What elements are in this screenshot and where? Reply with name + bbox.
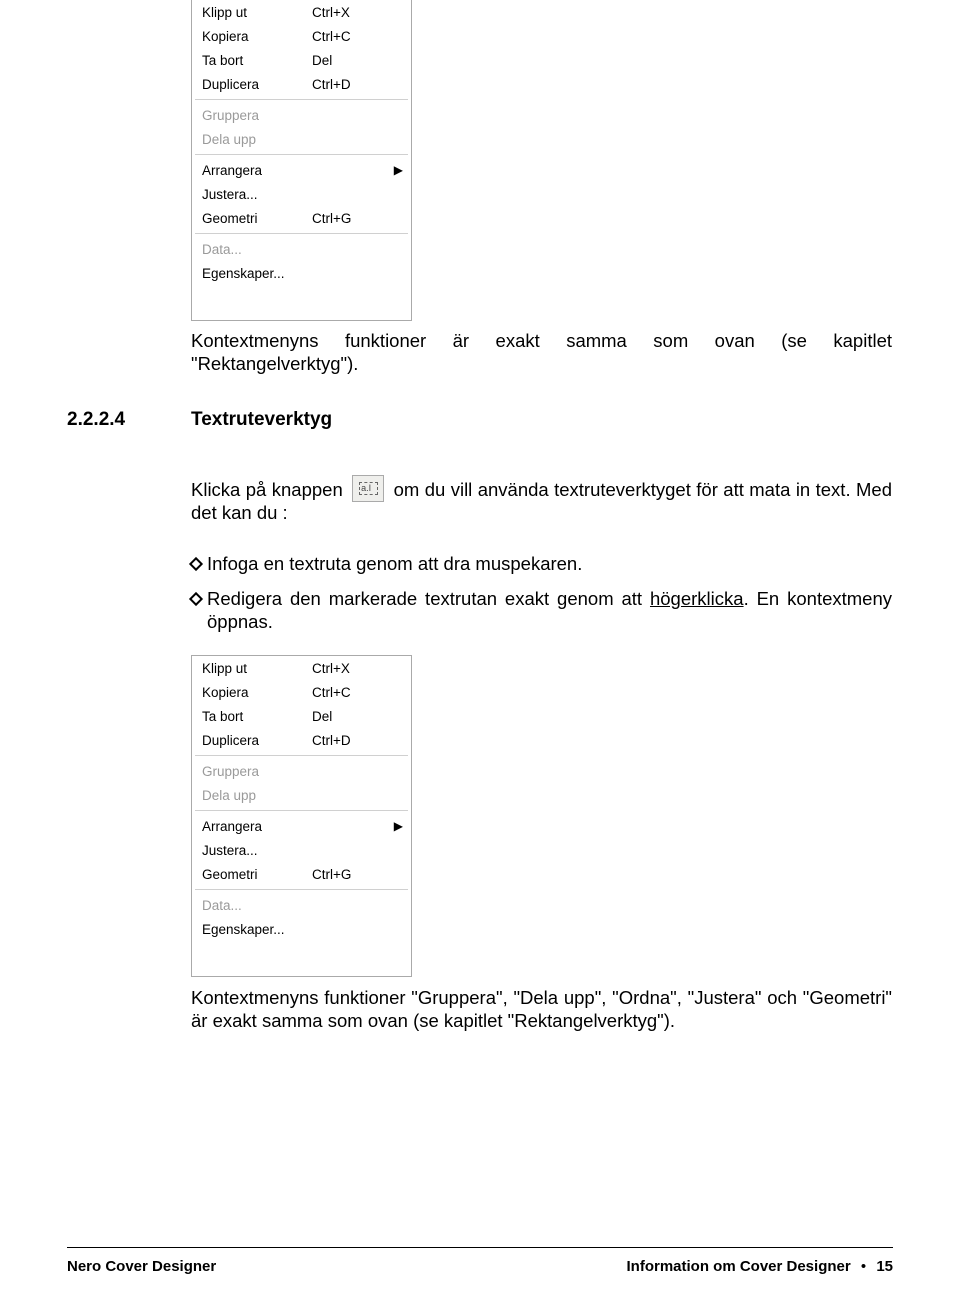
menu-shortcut: Ctrl+G [312,867,382,882]
menu-label: Arrangera [202,819,312,834]
menu-item[interactable]: Kopiera Ctrl+C [192,680,411,704]
menu-item[interactable]: Ta bort Del [192,704,411,728]
submenu-arrow-icon: ▶ [394,163,403,177]
menu-shortcut: Del [312,53,382,68]
menu-label: Klipp ut [202,661,312,676]
page-number: 15 [876,1258,893,1275]
body-paragraph: Kontextmenyns funktioner "Gruppera", "De… [191,987,892,1032]
menu-item-disabled: Gruppera [192,759,411,783]
menu-label: Arrangera [202,163,312,178]
menu-item-disabled: Data... [192,893,411,917]
context-menu-figure-2: Klipp ut Ctrl+X Kopiera Ctrl+C Ta bort D… [191,655,412,977]
section-title: Textruteverktyg [191,408,332,431]
menu-label: Ta bort [202,709,312,724]
menu-item-disabled: Data... [192,237,411,261]
menu-item[interactable]: Duplicera Ctrl+D [192,72,411,96]
menu-label: Klipp ut [202,5,312,20]
menu-item[interactable]: Egenskaper... [192,917,411,941]
text: Redigera den markerade textrutan exakt g… [207,588,650,609]
underlined-text: högerklicka [650,588,744,609]
menu-label: Ta bort [202,53,312,68]
text: Kontextmenyns funktioner "Gruppera", "De… [191,987,892,1031]
menu-label: Geometri [202,867,312,882]
footer-left: Nero Cover Designer [67,1258,216,1275]
menu-label: Duplicera [202,77,312,92]
menu-item[interactable]: Ta bort Del [192,48,411,72]
menu-item-disabled: Gruppera [192,103,411,127]
menu-separator [195,154,408,155]
menu-item[interactable]: Geometri Ctrl+G [192,206,411,230]
menu-item[interactable]: Justera... [192,838,411,862]
menu-item[interactable]: Klipp ut Ctrl+X [192,656,411,680]
bullet-icon [189,592,203,606]
text: Kontextmenyns funktioner är exakt samma … [191,330,892,374]
menu-shortcut: Ctrl+C [312,685,382,700]
menu-label: Gruppera [202,764,312,779]
menu-label: Data... [202,242,312,257]
menu-shortcut: Ctrl+D [312,77,382,92]
text: Infoga en textruta genom att dra muspeka… [207,553,582,576]
body-paragraph: Kontextmenyns funktioner är exakt samma … [191,330,892,375]
body-paragraph: Klicka på knappen a.I om du vill använda… [191,475,892,525]
menu-item[interactable]: Geometri Ctrl+G [192,862,411,886]
menu-item-disabled: Dela upp [192,783,411,807]
menu-item-submenu[interactable]: Arrangera ▶ [192,814,411,838]
submenu-arrow-icon: ▶ [394,819,403,833]
footer-section: Information om Cover Designer [627,1258,851,1275]
textbox-tool-icon: a.I [352,475,384,502]
menu-label: Justera... [202,843,312,858]
menu-label: Egenskaper... [202,922,312,937]
menu-item[interactable]: Egenskaper... [192,261,411,285]
menu-shortcut: Ctrl+D [312,733,382,748]
menu-label: Geometri [202,211,312,226]
menu-label: Justera... [202,187,312,202]
menu-item-disabled: Dela upp [192,127,411,151]
tool-icon-label: a.I [359,482,378,495]
menu-shortcut: Ctrl+G [312,211,382,226]
menu-shortcut: Ctrl+C [312,29,382,44]
context-menu-figure-1: Klipp ut Ctrl+X Kopiera Ctrl+C Ta bort D… [191,0,412,321]
menu-label: Dela upp [202,132,312,147]
menu-label: Duplicera [202,733,312,748]
menu-separator [195,889,408,890]
menu-item[interactable]: Duplicera Ctrl+D [192,728,411,752]
text: Klicka på knappen [191,479,348,500]
bullet-item: Redigera den markerade textrutan exakt g… [191,588,892,633]
menu-shortcut: Ctrl+X [312,5,382,20]
menu-label: Dela upp [202,788,312,803]
bullet-item: Infoga en textruta genom att dra muspeka… [191,553,892,576]
bullet-separator-icon: • [855,1258,872,1275]
menu-shortcut: Del [312,709,382,724]
menu-separator [195,233,408,234]
menu-item-submenu[interactable]: Arrangera ▶ [192,158,411,182]
menu-separator [195,810,408,811]
menu-separator [195,99,408,100]
footer-right: Information om Cover Designer • 15 [627,1258,894,1275]
menu-item[interactable]: Justera... [192,182,411,206]
menu-label: Kopiera [202,29,312,44]
bullet-icon [189,557,203,571]
menu-item[interactable]: Klipp ut Ctrl+X [192,0,411,24]
menu-separator [195,755,408,756]
menu-item[interactable]: Kopiera Ctrl+C [192,24,411,48]
footer-rule [67,1247,893,1248]
menu-label: Gruppera [202,108,312,123]
menu-shortcut: Ctrl+X [312,661,382,676]
menu-label: Data... [202,898,312,913]
menu-label: Egenskaper... [202,266,312,281]
menu-label: Kopiera [202,685,312,700]
section-number: 2.2.2.4 [67,408,125,431]
